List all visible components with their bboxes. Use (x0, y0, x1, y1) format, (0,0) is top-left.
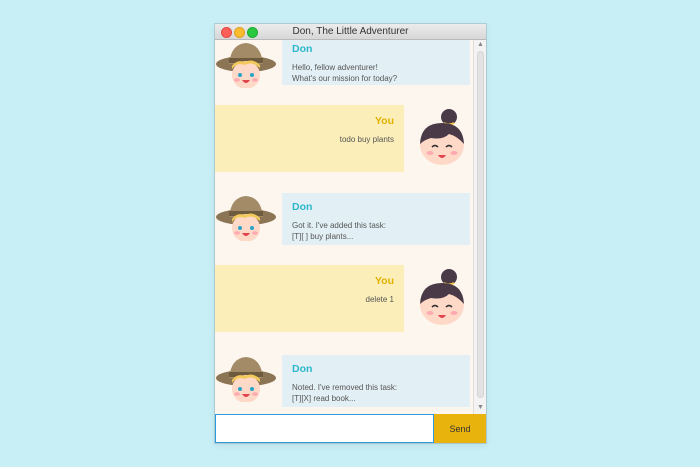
dialog-row: Don Hello, fellow adventurer! What's our… (215, 40, 473, 90)
don-explorer-icon (216, 196, 276, 242)
dialog-row: You todo buy plants (215, 105, 473, 175)
input-bar: Send (215, 414, 486, 443)
message-input[interactable] (215, 414, 434, 443)
scroll-thumb[interactable] (477, 51, 484, 398)
message-text: todo buy plants (339, 135, 394, 144)
window-title: Don, The Little Adventurer (292, 26, 409, 37)
message-text: Got it. I've added this task: [T][ ] buy… (292, 221, 387, 241)
don-message-bubble: Don Hello, fellow adventurer! What's our… (282, 40, 470, 85)
message-text: delete 1 (365, 295, 394, 304)
send-button[interactable]: Send (434, 414, 486, 443)
user-message-bubble: You delete 1 (215, 265, 404, 332)
don-message-bubble: Don Got it. I've added this task: [T][ ]… (282, 193, 470, 245)
don-explorer-icon (216, 43, 276, 89)
message-text: Noted. I've removed this task: [T][X] re… (292, 383, 398, 403)
chevron-up-icon[interactable]: ▲ (474, 40, 486, 50)
dialog-row: You delete 1 (215, 265, 473, 335)
chat-area[interactable]: Don Hello, fellow adventurer! What's our… (215, 40, 473, 414)
dialog-row: Don Noted. I've removed this task: [T][X… (215, 352, 473, 408)
user-avatar (411, 106, 469, 177)
speaker-name: Don (292, 363, 313, 375)
app-window: Don, The Little Adventurer Don Hello, fe… (215, 24, 486, 443)
message-text: Hello, fellow adventurer! What's our mis… (292, 63, 398, 83)
speaker-name: Don (292, 201, 313, 213)
user-avatar (411, 266, 469, 337)
dialog-row: Don Got it. I've added this task: [T][ ]… (215, 191, 473, 247)
speaker-name: You (374, 115, 394, 127)
speaker-name: You (374, 275, 394, 287)
speaker-name: Don (292, 43, 313, 55)
don-message-bubble: Don Noted. I've removed this task: [T][X… (282, 355, 470, 407)
don-explorer-icon (216, 357, 276, 403)
title-bar: Don, The Little Adventurer (215, 24, 486, 40)
girl-bun-icon (420, 269, 464, 325)
don-avatar (215, 191, 277, 246)
don-avatar (215, 40, 277, 93)
don-avatar (215, 352, 277, 407)
user-message-bubble: You todo buy plants (215, 105, 404, 172)
girl-bun-icon (420, 109, 464, 165)
chat-scrollbar[interactable]: ▲ ▼ (473, 40, 486, 414)
chevron-down-icon[interactable]: ▼ (474, 403, 486, 413)
